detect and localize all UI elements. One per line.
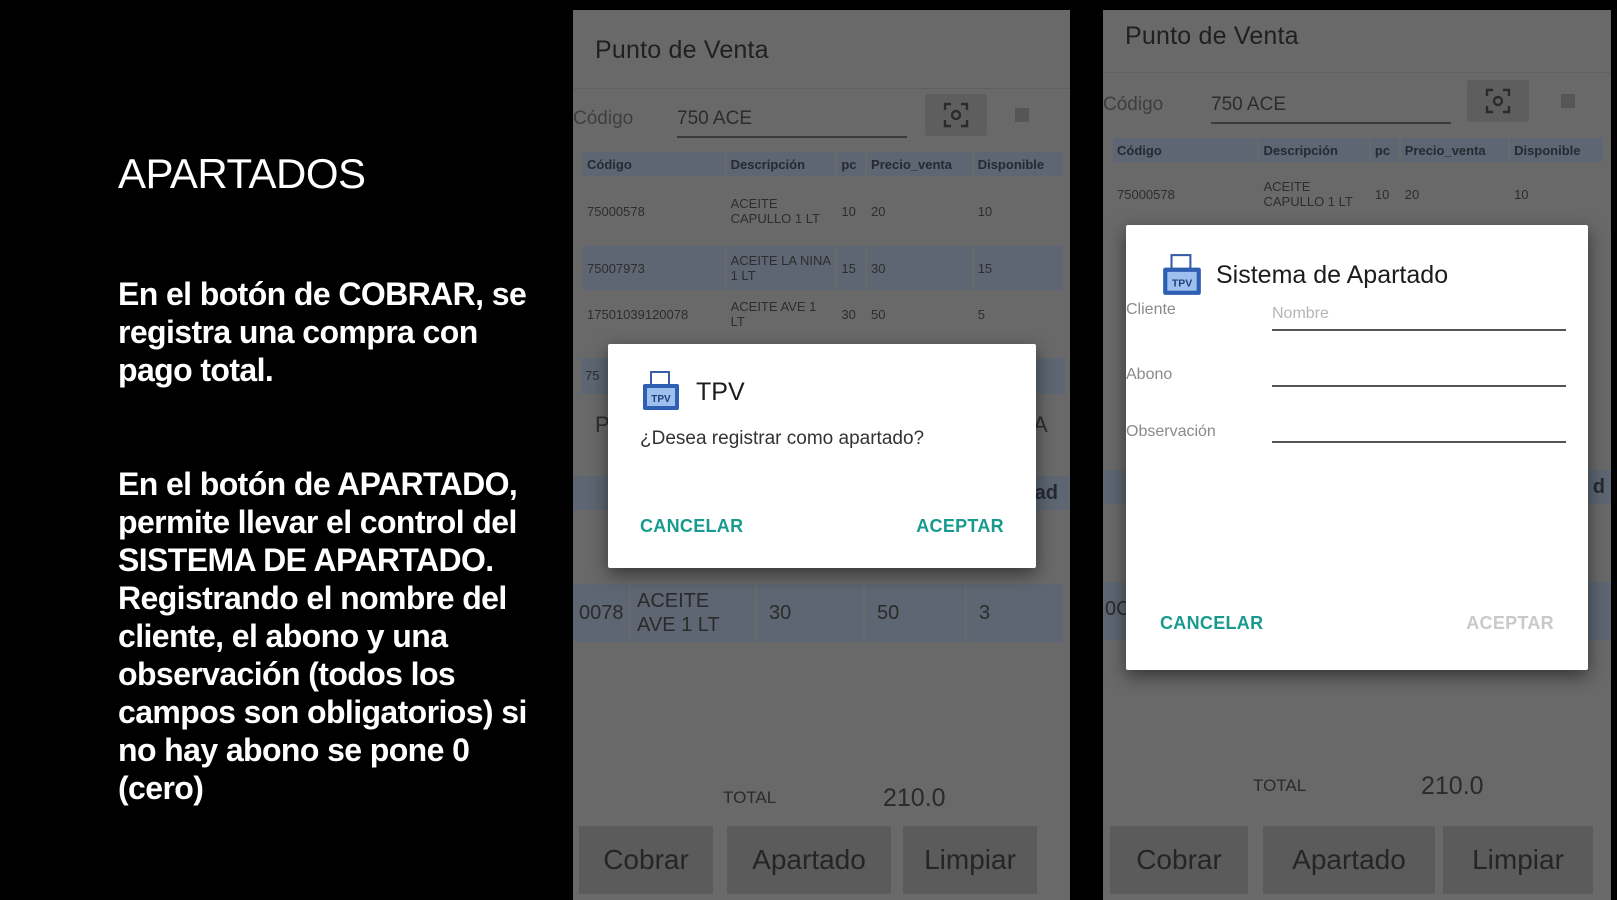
cart-cell-descripcion: ACEITE AVE 1 LT [631, 584, 757, 642]
column-header-codigo[interactable]: Código [583, 152, 725, 176]
column-header-precio[interactable]: Precio_venta [1400, 138, 1509, 162]
cell-descripcion: ACEITE LA NINA 1 LT [726, 246, 836, 290]
confirm-dialog: TPV TPV ¿Desea registrar como apartado? … [608, 344, 1036, 568]
slide-paragraph-apartado: En el botón de APARTADO, permite llevar … [118, 466, 527, 806]
titlebar-divider [573, 88, 1070, 89]
cell-precio: 30 [867, 246, 972, 290]
abono-label: Abono [1126, 366, 1173, 383]
column-header-disponible[interactable]: Disponible [1510, 138, 1603, 162]
cancel-button[interactable]: CANCELAR [1160, 613, 1263, 634]
cliente-input[interactable]: Nombre [1272, 303, 1566, 331]
dialog-title: Sistema de Apartado [1216, 261, 1449, 289]
cell-disponible: 10 [1514, 186, 1529, 202]
cell-precio: 20 [1404, 186, 1420, 202]
cell-codigo: 75000578 [587, 203, 645, 219]
total-label: TOTAL [723, 788, 777, 807]
cobrar-button[interactable]: Cobrar [1110, 826, 1248, 894]
cell-codigo: 75007973 [583, 246, 725, 290]
scan-button[interactable] [925, 94, 987, 136]
cell-pc: 15 [837, 246, 866, 290]
table-row[interactable]: 75000578 ACEITE CAPULLO 1 LT 10 20 10 [583, 178, 1063, 244]
cell-disponible: 5 [977, 306, 985, 322]
observacion-label: Observación [1126, 423, 1216, 440]
menu-icon [1561, 94, 1575, 108]
menu-button[interactable] [997, 94, 1047, 136]
svg-text:TPV: TPV [651, 394, 671, 405]
app-title: Punto de Venta [1125, 22, 1299, 50]
cell-pc: 10 [1374, 186, 1390, 202]
accept-button-disabled[interactable]: ACEPTAR [1466, 613, 1554, 634]
cart-row[interactable]: 0078 ACEITE AVE 1 LT 30 50 3 [573, 584, 1063, 642]
slide-text: APARTADOS En el botón de COBRAR, se regi… [118, 150, 558, 807]
observacion-input[interactable] [1272, 415, 1566, 443]
cobrar-button[interactable]: Cobrar [579, 826, 713, 894]
column-header-disponible[interactable]: Disponible [973, 152, 1063, 176]
code-input[interactable]: 750 ACE [677, 108, 907, 138]
table-row[interactable]: 75000578 ACEITE CAPULLO 1 LT 10 20 10 [1113, 164, 1603, 224]
cell-codigo: 75000578 [1117, 186, 1175, 202]
column-header-precio[interactable]: Precio_venta [867, 152, 972, 176]
cart-cell-precio: 50 [865, 584, 967, 642]
cliente-placeholder: Nombre [1272, 305, 1329, 322]
cart-cell-pc: 30 [757, 584, 865, 642]
cell-codigo-partial: 75 [585, 368, 600, 383]
products-table: Código Descripción pc Precio_venta Dispo… [581, 150, 1065, 338]
apartado-dialog: TPV Sistema de Apartado Cliente Nombre A… [1126, 225, 1588, 670]
apartado-button[interactable]: Apartado [727, 826, 891, 894]
menu-icon [1015, 108, 1029, 122]
cell-disponible: 10 [977, 203, 993, 219]
cell-descripcion: ACEITE CAPULLO 1 LT [730, 196, 820, 226]
column-header-pc[interactable]: pc [1370, 138, 1399, 162]
cell-precio: 50 [871, 306, 886, 322]
abono-input[interactable] [1272, 359, 1566, 387]
cancel-button[interactable]: CANCELAR [640, 516, 743, 537]
table-row[interactable]: 75007973 ACEITE LA NINA 1 LT 15 30 15 [583, 246, 1063, 290]
svg-text:TPV: TPV [1172, 279, 1192, 290]
code-label: Código [1103, 94, 1164, 115]
cell-pc: 10 [841, 203, 856, 219]
column-header-descripcion[interactable]: Descripción [726, 152, 836, 176]
slide-paragraph-cobrar: En el botón de COBRAR, se registra una c… [118, 276, 527, 388]
column-header-descripcion[interactable]: Descripción [1259, 138, 1369, 162]
menu-button[interactable] [1543, 80, 1593, 122]
accept-button[interactable]: ACEPTAR [916, 516, 1004, 537]
code-label: Código [573, 108, 634, 129]
cell-precio: 20 [871, 203, 886, 219]
cell-descripcion: ACEITE CAPULLO 1 LT [1263, 179, 1353, 209]
code-input[interactable]: 750 ACE [1211, 94, 1451, 124]
total-value: 210.0 [883, 784, 946, 812]
app-title: Punto de Venta [595, 36, 769, 64]
table-row[interactable]: 17501039120078 ACEITE AVE 1 LT 30 50 5 [583, 292, 1063, 336]
dialog-title: TPV [696, 378, 745, 406]
scan-button[interactable] [1467, 80, 1529, 122]
phone-screen-confirm: Punto de Venta Código 750 ACE Código Des… [573, 10, 1070, 900]
tpv-app-icon: TPV [643, 371, 679, 410]
products-table: Código Descripción pc Precio_venta Dispo… [1111, 136, 1605, 226]
slide-heading: APARTADOS [118, 150, 366, 197]
apartado-button[interactable]: Apartado [1263, 826, 1435, 894]
titlebar-divider [1103, 72, 1611, 73]
cell-descripcion: ACEITE AVE 1 LT [730, 299, 817, 329]
cart-cell-disponible: 3 [979, 602, 991, 624]
cell-codigo: 17501039120078 [587, 306, 689, 322]
column-header-codigo[interactable]: Código [1113, 138, 1258, 162]
cliente-label: Cliente [1126, 301, 1176, 318]
limpiar-button[interactable]: Limpiar [903, 826, 1037, 894]
barcode-scan-icon [1485, 88, 1511, 114]
cell-pc: 30 [841, 306, 856, 322]
dialog-message: ¿Desea registrar como apartado? [640, 428, 925, 449]
cart-header-tail: ad [1034, 482, 1058, 504]
cart-header-tail: d [1592, 476, 1605, 498]
cart-cell-codigo: 0078 [573, 584, 631, 642]
total-value: 210.0 [1421, 772, 1484, 800]
phone-screen-apartado-form: Punto de Venta Código 750 ACE Código Des… [1103, 10, 1611, 900]
total-label: TOTAL [1253, 776, 1307, 795]
column-header-pc[interactable]: pc [837, 152, 866, 176]
barcode-scan-icon [943, 102, 969, 128]
cell-disponible: 15 [973, 246, 1063, 290]
limpiar-button[interactable]: Limpiar [1443, 826, 1593, 894]
tpv-app-icon: TPV [1163, 254, 1201, 295]
